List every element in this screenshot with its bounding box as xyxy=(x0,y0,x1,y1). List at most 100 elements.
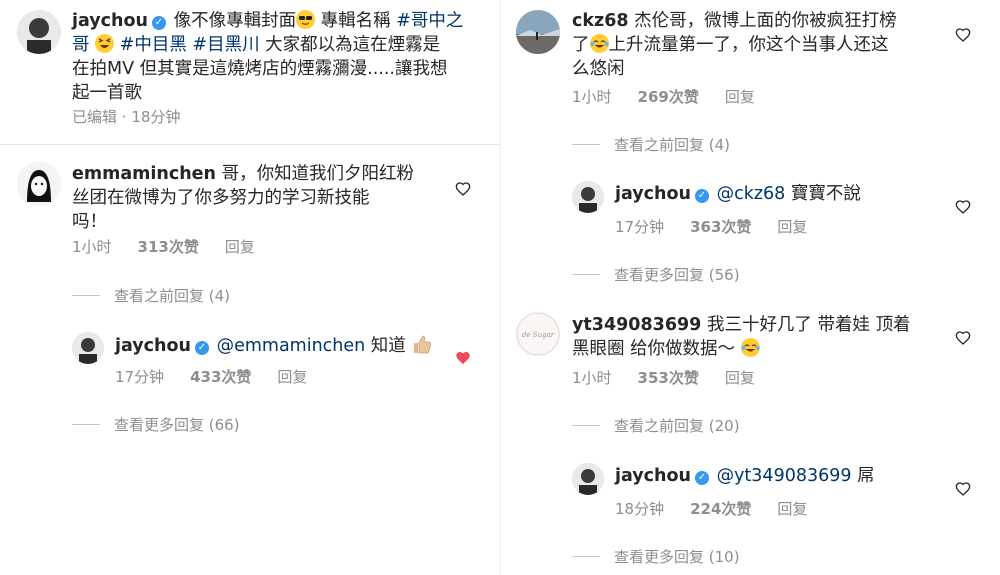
comment-line-3: 么悠闲 xyxy=(572,59,625,79)
reply-button[interactable]: 回复 xyxy=(725,369,755,387)
reply-time: 18分钟 xyxy=(615,500,665,518)
caption-text-c: 大家都以為這在煙霧是 xyxy=(259,35,441,55)
tears-of-joy-emoji-icon xyxy=(740,338,760,357)
heart-icon[interactable] xyxy=(955,330,971,346)
heart-icon[interactable] xyxy=(955,199,971,215)
comment-username[interactable]: ckz68 xyxy=(572,11,629,31)
caption-text-a: 像不像專輯封面 xyxy=(173,11,297,31)
reply-time: 17分钟 xyxy=(115,368,165,386)
like-count[interactable]: 224次赞 xyxy=(690,500,751,518)
post-username[interactable]: jaychou xyxy=(72,11,148,31)
view-more-label: 查看更多回复 (10) xyxy=(614,548,740,566)
like-count[interactable]: 353次赞 xyxy=(638,369,699,387)
view-previous-label: 查看之前回复 (4) xyxy=(114,287,231,305)
comment-time: 1小时 xyxy=(572,369,612,387)
view-previous-label: 查看之前回复 (4) xyxy=(614,136,731,154)
svg-text:de Sugar: de Sugar xyxy=(522,331,555,339)
reply-text: 屌 xyxy=(851,466,875,486)
comment-line-1: 我三十好几了 带着娃 顶着 xyxy=(701,315,911,335)
heart-icon[interactable] xyxy=(955,481,971,497)
comment-line-2b: 上升流量第一了，你这个当事人还这 xyxy=(608,35,889,55)
view-previous-replies[interactable]: 查看之前回复 (4) xyxy=(572,134,730,155)
comment-time: 1小时 xyxy=(72,238,112,256)
verified-badge-icon: ✓ xyxy=(695,471,709,485)
thread-line xyxy=(572,144,600,145)
reply-meta: 17分钟 363次赞 回复 xyxy=(615,216,833,237)
reply-button[interactable]: 回复 xyxy=(777,500,807,518)
reply-button[interactable]: 回复 xyxy=(777,218,807,236)
comment-line-2: 黑眼圈 给你做数据～ xyxy=(572,339,736,359)
avatar-jaychou[interactable] xyxy=(17,10,61,54)
hashtag-link-1[interactable]: #哥中之 xyxy=(396,11,463,31)
view-previous-label: 查看之前回复 (20) xyxy=(614,417,740,435)
comment-line-1: 杰伦哥，微博上面的你被疯狂打榜 xyxy=(628,11,897,31)
avatar-emmaminchen[interactable] xyxy=(17,162,61,206)
mention-link[interactable]: @ckz68 xyxy=(717,184,786,204)
laughing-emoji-icon xyxy=(95,34,115,53)
heart-icon[interactable] xyxy=(955,27,971,43)
comment-ckz68: ckz68 杰伦哥，微博上面的你被疯狂打榜 了上升流量第一了，你这个当事人还这 … xyxy=(572,9,952,81)
like-count[interactable]: 433次赞 xyxy=(190,368,251,386)
reply-jaychou: jaychou ✓ @ckz68 寶寶不說 xyxy=(615,182,945,206)
heart-icon[interactable] xyxy=(455,181,471,197)
reply-username[interactable]: jaychou xyxy=(615,466,691,486)
comment-line-2: 丝团在微博为了你多努力的学习新技能 xyxy=(72,188,370,208)
mention-link[interactable]: @emmaminchen xyxy=(217,336,366,356)
comment-emmaminchen: emmaminchen 哥，你知道我们夕阳红粉 丝团在微博为了你多努力的学习新技… xyxy=(72,162,442,234)
hashtag-link-2[interactable]: #中目黑 xyxy=(120,35,187,55)
tears-of-joy-emoji-icon xyxy=(589,34,609,53)
comment-meta: 1小时 353次赞 回复 xyxy=(572,367,781,388)
post-time: 18分钟 xyxy=(131,108,181,126)
view-more-replies[interactable]: 查看更多回复 (10) xyxy=(572,546,740,567)
avatar-jaychou[interactable] xyxy=(72,332,104,364)
reply-button[interactable]: 回复 xyxy=(725,88,755,106)
like-count[interactable]: 313次赞 xyxy=(138,238,199,256)
heart-icon-liked[interactable] xyxy=(455,350,471,366)
reply-text: 知道 xyxy=(365,336,406,356)
reply-button[interactable]: 回复 xyxy=(225,238,255,256)
right-comment-panel: ckz68 杰伦哥，微博上面的你被疯狂打榜 了上升流量第一了，你这个当事人还这 … xyxy=(500,0,1000,575)
avatar-ckz68[interactable] xyxy=(516,10,560,54)
reply-meta: 18分钟 224次赞 回复 xyxy=(615,498,833,519)
hashtag-link-3[interactable]: #目黑川 xyxy=(192,35,259,55)
mention-link[interactable]: @yt349083699 xyxy=(717,466,852,486)
post-meta: 已编辑 · 18分钟 xyxy=(72,106,206,127)
comment-username[interactable]: emmaminchen xyxy=(72,164,216,184)
caption-text-b: 專輯名稱 xyxy=(315,11,397,31)
avatar-yt349083699[interactable]: de Sugar xyxy=(516,312,560,356)
verified-badge-icon: ✓ xyxy=(695,189,709,203)
thread-line xyxy=(572,274,600,275)
like-count[interactable]: 269次赞 xyxy=(638,88,699,106)
reply-meta: 17分钟 433次赞 回复 xyxy=(115,366,333,387)
hashtag-link-1b[interactable]: 哥 xyxy=(72,35,90,55)
post-caption: jaychou ✓ 像不像專輯封面 專輯名稱 #哥中之 哥 #中目黑 #目黑川 大… xyxy=(72,9,482,105)
view-more-replies[interactable]: 查看更多回复 (66) xyxy=(72,414,240,435)
reply-username[interactable]: jaychou xyxy=(115,336,191,356)
sunglasses-emoji-icon xyxy=(296,10,316,29)
comment-line-1: 哥，你知道我们夕阳红粉 xyxy=(216,164,415,184)
comment-time: 1小时 xyxy=(572,88,612,106)
reply-text: 寶寶不說 xyxy=(785,184,861,204)
thumbs-up-emoji-icon xyxy=(411,333,433,362)
view-previous-replies[interactable]: 查看之前回复 (20) xyxy=(572,415,740,436)
thread-line xyxy=(572,556,600,557)
avatar-jaychou[interactable] xyxy=(572,463,604,495)
meta-separator: · xyxy=(117,108,132,126)
left-comment-panel: jaychou ✓ 像不像專輯封面 專輯名稱 #哥中之 哥 #中目黑 #目黑川 大… xyxy=(0,0,500,575)
comment-meta: 1小时 269次赞 回复 xyxy=(572,86,781,107)
reply-jaychou: jaychou ✓ @yt349083699 屌 xyxy=(615,464,945,488)
avatar-jaychou[interactable] xyxy=(572,181,604,213)
comment-line-2a: 了 xyxy=(572,35,590,55)
comment-username[interactable]: yt349083699 xyxy=(572,315,701,335)
view-more-replies[interactable]: 查看更多回复 (56) xyxy=(572,264,740,285)
verified-badge-icon: ✓ xyxy=(152,16,166,30)
edited-label: 已编辑 xyxy=(72,108,118,126)
view-previous-replies[interactable]: 查看之前回复 (4) xyxy=(72,285,230,306)
thread-line xyxy=(572,425,600,426)
thread-line xyxy=(72,295,100,296)
reply-button[interactable]: 回复 xyxy=(277,368,307,386)
like-count[interactable]: 363次赞 xyxy=(690,218,751,236)
thread-line xyxy=(72,424,100,425)
view-more-label: 查看更多回复 (66) xyxy=(114,416,240,434)
reply-username[interactable]: jaychou xyxy=(615,184,691,204)
